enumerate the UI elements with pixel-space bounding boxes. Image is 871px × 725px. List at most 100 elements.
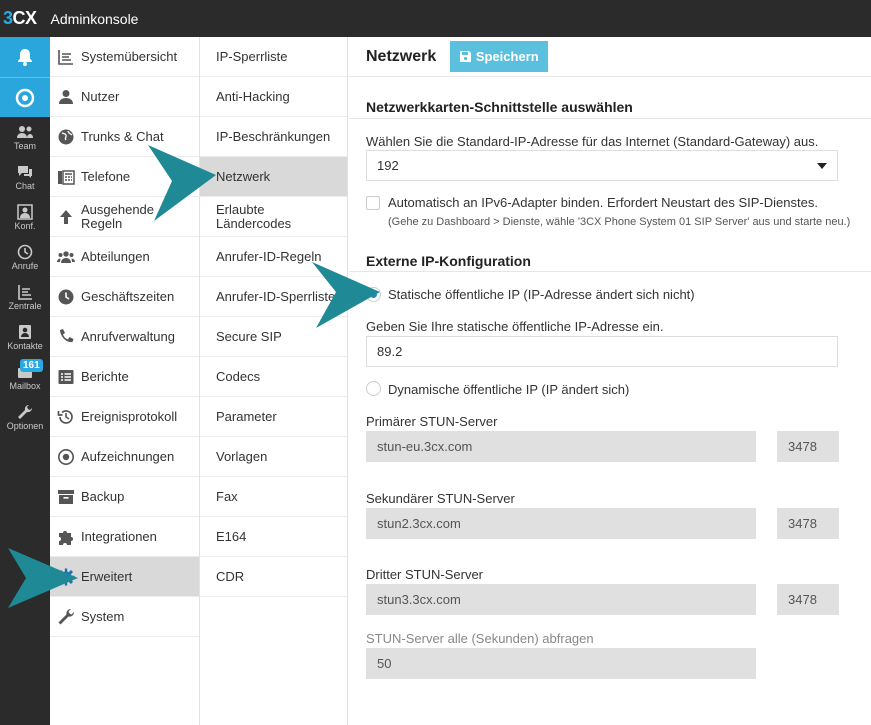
rail-item-contacts[interactable]: Kontakte xyxy=(0,317,50,357)
globe-icon xyxy=(58,129,74,144)
subnav-item-codecs[interactable]: Codecs xyxy=(200,357,347,397)
nav-item-call-handling[interactable]: Anrufverwaltung xyxy=(50,317,199,357)
nav-item-departments[interactable]: Abteilungen xyxy=(50,237,199,277)
nav-label: Backup xyxy=(81,489,125,504)
static-ip-field-label: Geben Sie Ihre statische öffentliche IP-… xyxy=(366,319,664,334)
nav-label: Ereignisprotokoll xyxy=(81,409,178,424)
team-icon xyxy=(17,125,33,138)
subnav-item-anti-hacking[interactable]: Anti-Hacking xyxy=(200,77,347,117)
switchboard-icon xyxy=(18,284,32,300)
subnav-item-ip-blacklist[interactable]: IP-Sperrliste xyxy=(200,37,347,77)
bell-icon xyxy=(18,49,32,66)
caret-down-icon xyxy=(817,163,827,169)
subnav-item-cdr[interactable]: CDR xyxy=(200,557,347,597)
subnav-label: E164 xyxy=(216,529,247,544)
subnav-label: IP-Sperrliste xyxy=(216,49,288,64)
subnav-label: CDR xyxy=(216,569,245,584)
archive-icon xyxy=(58,489,74,504)
subnav-label: Erlaubte Ländercodes xyxy=(216,201,292,231)
top-bar: 3 CX Adminkonsole xyxy=(0,0,871,37)
subnav-label: Fax xyxy=(216,489,238,504)
nav-item-dashboard[interactable]: Systemübersicht xyxy=(50,37,199,77)
stun-poll-value: 50 xyxy=(377,656,392,671)
rail-label: Chat xyxy=(15,180,35,191)
nav-item-backup[interactable]: Backup xyxy=(50,477,199,517)
rail-label: Konf. xyxy=(14,220,36,231)
wrench-icon xyxy=(18,404,33,419)
logo[interactable]: 3 CX xyxy=(3,8,37,29)
subnav-item-e164[interactable]: E164 xyxy=(200,517,347,557)
stun1-port-value: 3478 xyxy=(788,439,817,454)
subnav-label: Parameter xyxy=(216,409,277,424)
nav-item-reports[interactable]: Berichte xyxy=(50,357,199,397)
subnav-label: Vorlagen xyxy=(216,449,268,464)
nav-label: Aufzeichnungen xyxy=(81,449,175,464)
static-ip-radio-label: Statische öffentliche IP (IP-Adresse änd… xyxy=(388,287,695,302)
nav-label: Systemübersicht xyxy=(81,49,178,64)
stun3-host-input[interactable]: stun3.3cx.com xyxy=(366,584,756,615)
ipv6-bind-checkbox[interactable] xyxy=(366,196,380,210)
record-icon xyxy=(58,448,74,465)
puzzle-icon xyxy=(59,530,73,545)
contacts-icon xyxy=(19,324,31,339)
group-icon xyxy=(57,250,75,263)
subnav-item-fax[interactable]: Fax xyxy=(200,477,347,517)
icon-rail: Team Chat Konf. Anrufe Zentrale Kontakte… xyxy=(0,37,50,725)
nav-label: Berichte xyxy=(81,369,129,384)
rail-label: Kontakte xyxy=(7,340,43,351)
rail-item-switchboard[interactable]: Zentrale xyxy=(0,277,50,317)
subnav-item-allowed-country-codes[interactable]: Erlaubte Ländercodes xyxy=(200,197,347,237)
history-icon xyxy=(57,409,73,424)
nav-label: Telefone xyxy=(81,169,131,184)
notifications-button[interactable] xyxy=(0,37,50,77)
rail-item-conference[interactable]: Konf. xyxy=(0,197,50,237)
dynamic-ip-radio-label: Dynamische öffentliche IP (IP ändert sic… xyxy=(388,382,630,397)
gateway-select[interactable]: 192 xyxy=(366,150,838,181)
subnav-item-parameters[interactable]: Parameter xyxy=(200,397,347,437)
rail-label: Mailbox xyxy=(9,380,41,391)
rail-item-mailbox[interactable]: 161 Mailbox xyxy=(0,357,50,397)
subnav-item-network[interactable]: Netzwerk xyxy=(200,157,347,197)
subnav-label: Secure SIP xyxy=(216,329,282,344)
nav-item-recordings[interactable]: Aufzeichnungen xyxy=(50,437,199,477)
phone-device-icon xyxy=(58,169,75,185)
rail-item-chat[interactable]: Chat xyxy=(0,157,50,197)
external-ip-section-title: Externe IP-Konfiguration xyxy=(366,253,531,269)
stun-poll-label: STUN-Server alle (Sekunden) abfragen xyxy=(366,631,594,646)
arrow-up-icon xyxy=(60,209,72,224)
nav-item-users[interactable]: Nutzer xyxy=(50,77,199,117)
stun1-host-value: stun-eu.3cx.com xyxy=(377,439,473,454)
rail-item-team[interactable]: Team xyxy=(0,117,50,157)
stun2-port-value: 3478 xyxy=(788,516,817,531)
nav-label: Geschäftszeiten xyxy=(81,289,175,304)
conference-icon xyxy=(17,203,33,220)
save-button[interactable]: Speichern xyxy=(450,41,549,72)
stun2-host-input[interactable]: stun2.3cx.com xyxy=(366,508,756,539)
static-ip-input[interactable]: 89.2 xyxy=(366,336,838,367)
stun1-label: Primärer STUN-Server xyxy=(366,414,498,429)
stun1-host-input[interactable]: stun-eu.3cx.com xyxy=(366,431,756,462)
subnav-item-ip-restrictions[interactable]: IP-Beschränkungen xyxy=(200,117,347,157)
stun-poll-input[interactable]: 50 xyxy=(366,648,756,679)
nav-label: Integrationen xyxy=(81,529,157,544)
rail-item-calls[interactable]: Anrufe xyxy=(0,237,50,277)
page-header: Netzwerk Speichern xyxy=(349,37,871,77)
chrome-extension-button[interactable] xyxy=(0,77,50,117)
nav-label: Anrufverwaltung xyxy=(81,329,175,344)
nav-item-event-log[interactable]: Ereignisprotokoll xyxy=(50,397,199,437)
section-divider xyxy=(349,118,871,119)
stun2-label: Sekundärer STUN-Server xyxy=(366,491,515,506)
subnav-label: Codecs xyxy=(216,369,261,384)
nav-item-office-hours[interactable]: Geschäftszeiten xyxy=(50,277,199,317)
stun3-port-input[interactable]: 3478 xyxy=(777,584,839,615)
subnav-item-templates[interactable]: Vorlagen xyxy=(200,437,347,477)
advanced-subnav: IP-Sperrliste Anti-Hacking IP-Beschränku… xyxy=(200,37,348,725)
stun1-port-input[interactable]: 3478 xyxy=(777,431,839,462)
rail-item-options[interactable]: Optionen xyxy=(0,397,50,437)
section-divider xyxy=(349,271,871,272)
stun2-port-input[interactable]: 3478 xyxy=(777,508,839,539)
subnav-label: Netzwerk xyxy=(216,169,271,184)
stun2-host-value: stun2.3cx.com xyxy=(377,516,461,531)
dynamic-ip-radio[interactable] xyxy=(366,381,381,396)
nav-label: Abteilungen xyxy=(81,249,150,264)
